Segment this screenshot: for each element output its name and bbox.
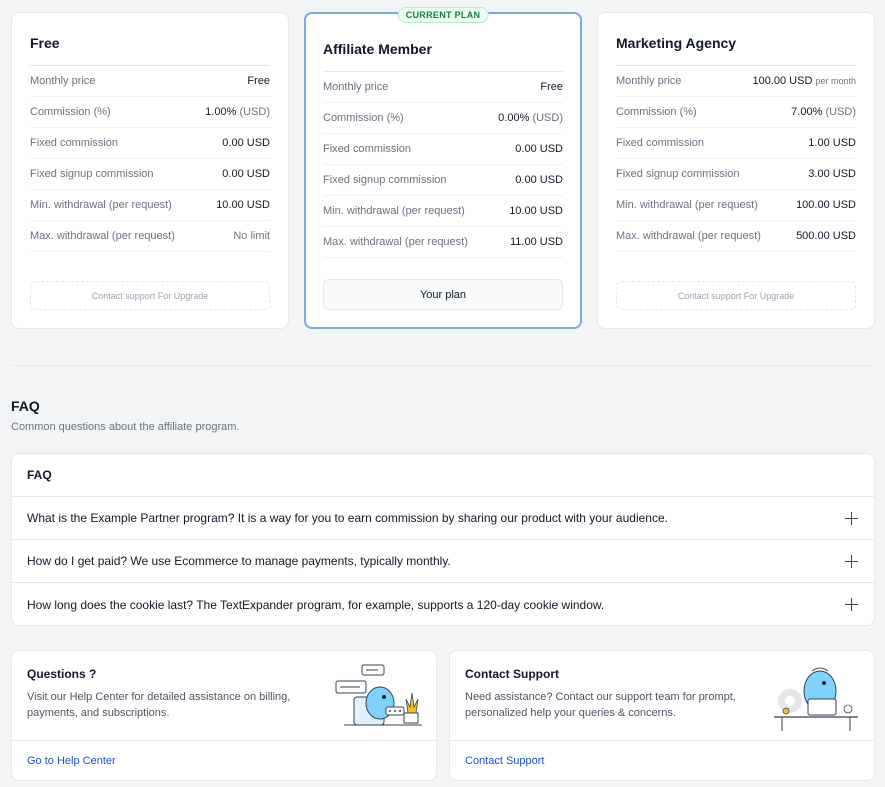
plan-card-marketing-agency: Marketing Agency Monthly price 100.00 USD…: [597, 12, 875, 329]
row-label: Monthly price: [616, 75, 682, 87]
plan-details: Monthly price 100.00 USD per month Commis…: [616, 65, 856, 252]
card-title: Questions ?: [27, 667, 97, 681]
help-center-illustration: [335, 664, 422, 726]
card-description: Need assistance? Contact our support tea…: [465, 691, 736, 719]
plan-row-monthly-price: Monthly price Free: [30, 66, 270, 97]
plan-row-max-withdrawal: Max. withdrawal (per request) No limit: [30, 221, 270, 252]
plan-row-fixed-commission: Fixed commission 0.00 USD: [30, 128, 270, 159]
row-label: Fixed commission: [30, 137, 119, 149]
plus-icon[interactable]: [845, 598, 858, 611]
row-label: Fixed signup commission: [323, 174, 447, 186]
row-value: 0.00 USD: [515, 143, 563, 155]
plan-title: Free: [30, 35, 60, 51]
row-value: 1.00% (USD): [205, 106, 270, 118]
faq-subtitle: Common questions about the affiliate pro…: [11, 421, 240, 433]
section-divider: [11, 365, 875, 366]
contact-support-card: Contact Support Need assistance? Contact…: [449, 650, 875, 781]
row-value: No limit: [233, 230, 270, 242]
faq-box-title: FAQ: [12, 454, 874, 497]
plan-details: Monthly price Free Commission (%) 0.00% (U…: [323, 71, 563, 258]
row-value: 1.00 USD: [808, 137, 856, 149]
row-value: Free: [540, 81, 563, 93]
plus-icon[interactable]: [845, 511, 858, 525]
plan-row-max-withdrawal: Max. withdrawal (per request) 11.00 USD: [323, 227, 563, 258]
row-value: 10.00 USD: [509, 205, 563, 217]
plan-title: Marketing Agency: [616, 35, 737, 51]
row-value: 0.00% (USD): [498, 112, 563, 124]
card-description: Visit our Help Center for detailed assis…: [27, 691, 291, 719]
current-plan-badge: CURRENT PLAN: [397, 7, 489, 23]
contact-support-link[interactable]: Contact Support: [450, 740, 874, 780]
faq-item[interactable]: How do I get paid? We use Ecommerce to m…: [12, 540, 874, 583]
row-value: Free: [247, 75, 270, 87]
faq-accordion: FAQ What is the Example Partner program?…: [11, 453, 875, 626]
go-to-help-center-link[interactable]: Go to Help Center: [12, 740, 436, 780]
plus-icon[interactable]: [845, 554, 858, 568]
row-label: Fixed commission: [323, 143, 412, 155]
faq-question: What is the Example Partner program? It …: [27, 511, 668, 525]
row-label: Fixed commission: [616, 137, 705, 149]
plan-details: Monthly price Free Commission (%) 1.00% (U…: [30, 65, 270, 252]
row-label: Monthly price: [323, 81, 389, 93]
plan-card-affiliate-member: CURRENT PLAN Affiliate Member Monthly pr…: [304, 7, 582, 329]
card-title: Contact Support: [465, 667, 559, 681]
faq-item[interactable]: What is the Example Partner program? It …: [12, 497, 874, 540]
row-label: Max. withdrawal (per request): [323, 236, 468, 248]
row-label: Min. withdrawal (per request): [323, 205, 465, 217]
row-label: Commission (%): [30, 106, 111, 118]
row-value: 10.00 USD: [216, 199, 270, 211]
your-plan-button[interactable]: Your plan: [323, 279, 563, 310]
row-value: 0.00 USD: [222, 168, 270, 180]
row-label: Max. withdrawal (per request): [30, 230, 175, 242]
faq-question: How do I get paid? We use Ecommerce to m…: [27, 554, 451, 568]
plan-row-fixed-commission: Fixed commission 1.00 USD: [616, 128, 856, 159]
row-label: Min. withdrawal (per request): [616, 199, 758, 211]
plan-row-min-withdrawal: Min. withdrawal (per request) 10.00 USD: [323, 196, 563, 227]
row-label: Max. withdrawal (per request): [616, 230, 761, 242]
row-label: Commission (%): [616, 106, 697, 118]
row-value: 500.00 USD: [796, 230, 856, 242]
row-value: 100.00 USD: [796, 199, 856, 211]
row-label: Fixed signup commission: [616, 168, 740, 180]
row-label: Monthly price: [30, 75, 96, 87]
row-value: 11.00 USD: [510, 236, 563, 248]
faq-heading: FAQ: [11, 398, 40, 414]
plan-title: Affiliate Member: [323, 41, 432, 57]
plan-row-max-withdrawal: Max. withdrawal (per request) 500.00 USD: [616, 221, 856, 252]
faq-item[interactable]: How long does the cookie last? The TextE…: [12, 583, 874, 625]
contact-support-upgrade-button[interactable]: Contact support For Upgrade: [616, 281, 856, 310]
support-illustration: [774, 667, 858, 731]
row-value: 3.00 USD: [808, 168, 856, 180]
row-value: 7.00% (USD): [791, 106, 856, 118]
row-label: Commission (%): [323, 112, 404, 124]
row-value: 100.00 USD per month: [752, 75, 856, 87]
plans-section: Free Monthly price Free Commission (%) 1.0…: [11, 7, 875, 329]
help-center-card: Questions ? Visit our Help Center for de…: [11, 650, 437, 781]
row-value: 0.00 USD: [515, 174, 563, 186]
plan-row-fixed-signup-commission: Fixed signup commission 0.00 USD: [30, 159, 270, 190]
plan-row-min-withdrawal: Min. withdrawal (per request) 100.00 USD: [616, 190, 856, 221]
faq-question: How long does the cookie last? The TextE…: [27, 597, 605, 612]
plan-row-fixed-signup-commission: Fixed signup commission 3.00 USD: [616, 159, 856, 190]
row-value: 0.00 USD: [222, 137, 270, 149]
plan-card-free: Free Monthly price Free Commission (%) 1.0…: [11, 12, 289, 329]
contact-support-upgrade-button[interactable]: Contact support For Upgrade: [30, 281, 270, 310]
plan-row-monthly-price: Monthly price 100.00 USD per month: [616, 66, 856, 97]
plan-row-monthly-price: Monthly price Free: [323, 72, 563, 103]
plan-row-fixed-signup-commission: Fixed signup commission 0.00 USD: [323, 165, 563, 196]
plan-row-commission: Commission (%) 7.00% (USD): [616, 97, 856, 128]
plan-row-commission: Commission (%) 1.00% (USD): [30, 97, 270, 128]
plan-row-min-withdrawal: Min. withdrawal (per request) 10.00 USD: [30, 190, 270, 221]
row-label: Min. withdrawal (per request): [30, 199, 172, 211]
plan-row-commission: Commission (%) 0.00% (USD): [323, 103, 563, 134]
row-label: Fixed signup commission: [30, 168, 154, 180]
plan-row-fixed-commission: Fixed commission 0.00 USD: [323, 134, 563, 165]
